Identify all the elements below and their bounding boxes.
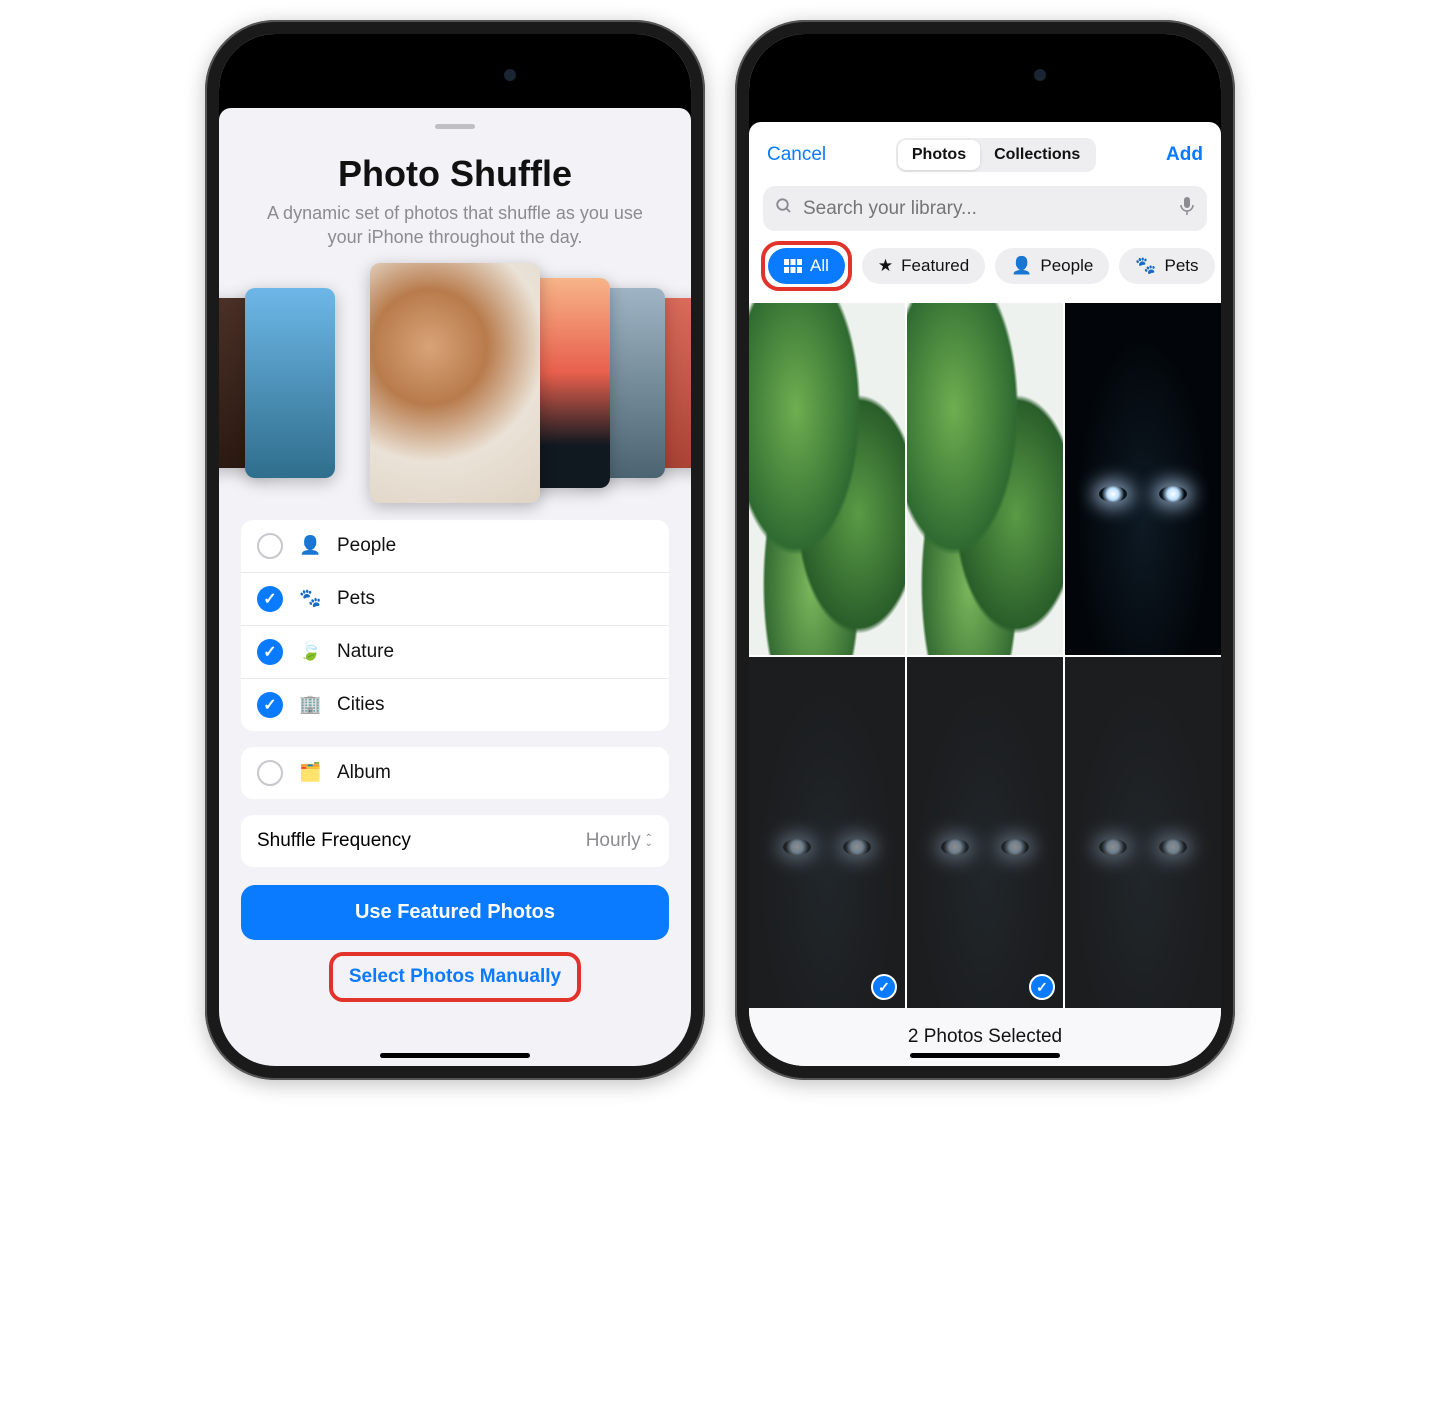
star-icon: ★ <box>878 256 893 276</box>
category-list: 👤 People 🐾 Pets 🍃 Nature 🏢 Cities <box>241 520 669 731</box>
sheet-subtitle: A dynamic set of photos that shuffle as … <box>241 201 669 250</box>
home-indicator[interactable] <box>380 1053 530 1058</box>
frequency-value: Hourly <box>586 830 641 852</box>
mic-icon[interactable] <box>1179 196 1195 221</box>
shuffle-preview <box>241 258 669 508</box>
photo-thumbnail[interactable] <box>907 303 1063 655</box>
stack-icon: 🗂️ <box>299 762 321 783</box>
photo-thumbnail[interactable] <box>1065 303 1221 655</box>
tutorial-callout: Select Photos Manually <box>329 952 581 1002</box>
segment-photos[interactable]: Photos <box>898 140 980 170</box>
album-list: 🗂️ Album <box>241 747 669 799</box>
sheet-title: Photo Shuffle <box>241 153 669 195</box>
sheet-grabber[interactable] <box>435 124 475 129</box>
leaf-icon: 🍃 <box>299 641 321 662</box>
radio-unchecked-icon[interactable] <box>257 533 283 559</box>
person-circle-icon: 👤 <box>1011 256 1032 276</box>
filter-chip-people[interactable]: 👤 People <box>995 248 1109 284</box>
category-label: Pets <box>337 588 375 610</box>
radio-unchecked-icon[interactable] <box>257 760 283 786</box>
photo-thumbnail[interactable] <box>1065 657 1221 1009</box>
chip-label: People <box>1040 256 1093 276</box>
chip-label: All <box>810 256 829 276</box>
photo-grid: ✓✓ <box>749 303 1221 1008</box>
use-featured-photos-button[interactable]: Use Featured Photos <box>241 885 669 940</box>
search-input[interactable] <box>803 198 1169 220</box>
select-photos-manually-button[interactable]: Select Photos Manually <box>339 958 571 996</box>
category-row-people[interactable]: 👤 People <box>241 520 669 572</box>
filter-chips: All★Featured👤People🐾Pets🍃N <box>749 241 1221 303</box>
photo-thumbnail[interactable] <box>749 303 905 655</box>
paw-icon: 🐾 <box>1135 256 1156 276</box>
cancel-button[interactable]: Cancel <box>767 144 826 166</box>
filter-chip-featured[interactable]: ★ Featured <box>862 248 985 284</box>
add-button[interactable]: Add <box>1166 144 1203 166</box>
screen-left: Photo Shuffle A dynamic set of photos th… <box>219 34 691 1066</box>
photo-picker-sheet: Cancel PhotosCollections Add All ★ Feature… <box>749 122 1221 1066</box>
category-label: Nature <box>337 641 394 663</box>
selected-check-icon: ✓ <box>1029 974 1055 1000</box>
filter-chip-pets[interactable]: 🐾 Pets <box>1119 248 1214 284</box>
category-row-cities[interactable]: 🏢 Cities <box>241 678 669 731</box>
updown-chevron-icon: ⌃⌄ <box>645 836 653 846</box>
photo-shuffle-sheet: Photo Shuffle A dynamic set of photos th… <box>219 108 691 1066</box>
dynamic-island <box>380 56 530 94</box>
home-indicator[interactable] <box>910 1053 1060 1058</box>
phone-frame-right: Cancel PhotosCollections Add All ★ Feature… <box>735 20 1235 1080</box>
chip-label: Pets <box>1164 256 1198 276</box>
frequency-label: Shuffle Frequency <box>257 830 411 852</box>
photo-thumbnail[interactable]: ✓ <box>749 657 905 1009</box>
building-icon: 🏢 <box>299 694 321 715</box>
album-row[interactable]: 🗂️ Album <box>241 747 669 799</box>
preview-card <box>245 288 335 478</box>
category-label: Cities <box>337 694 385 716</box>
radio-checked-icon[interactable] <box>257 639 283 665</box>
search-bar[interactable] <box>763 186 1207 231</box>
category-row-pets[interactable]: 🐾 Pets <box>241 572 669 625</box>
radio-checked-icon[interactable] <box>257 692 283 718</box>
radio-checked-icon[interactable] <box>257 586 283 612</box>
category-row-nature[interactable]: 🍃 Nature <box>241 625 669 678</box>
screen-right: Cancel PhotosCollections Add All ★ Feature… <box>749 34 1221 1066</box>
photo-thumbnail[interactable]: ✓ <box>907 657 1063 1009</box>
phone-frame-left: Photo Shuffle A dynamic set of photos th… <box>205 20 705 1080</box>
source-segmented-control[interactable]: PhotosCollections <box>896 138 1096 172</box>
preview-card-front <box>370 263 540 503</box>
category-label: People <box>337 535 396 557</box>
search-icon <box>775 197 793 220</box>
selected-check-icon: ✓ <box>871 974 897 1000</box>
chip-label: Featured <box>901 256 969 276</box>
paw-icon: 🐾 <box>299 588 321 609</box>
album-label: Album <box>337 762 391 784</box>
shuffle-frequency-row[interactable]: Shuffle Frequency Hourly ⌃⌄ <box>241 815 669 867</box>
dynamic-island <box>910 56 1060 94</box>
filter-chip-all[interactable]: All <box>768 248 845 284</box>
segment-collections[interactable]: Collections <box>980 140 1094 170</box>
picker-topbar: Cancel PhotosCollections Add <box>749 122 1221 182</box>
tutorial-callout: All <box>761 241 852 291</box>
person-icon: 👤 <box>299 535 321 556</box>
grid-icon <box>784 259 802 273</box>
